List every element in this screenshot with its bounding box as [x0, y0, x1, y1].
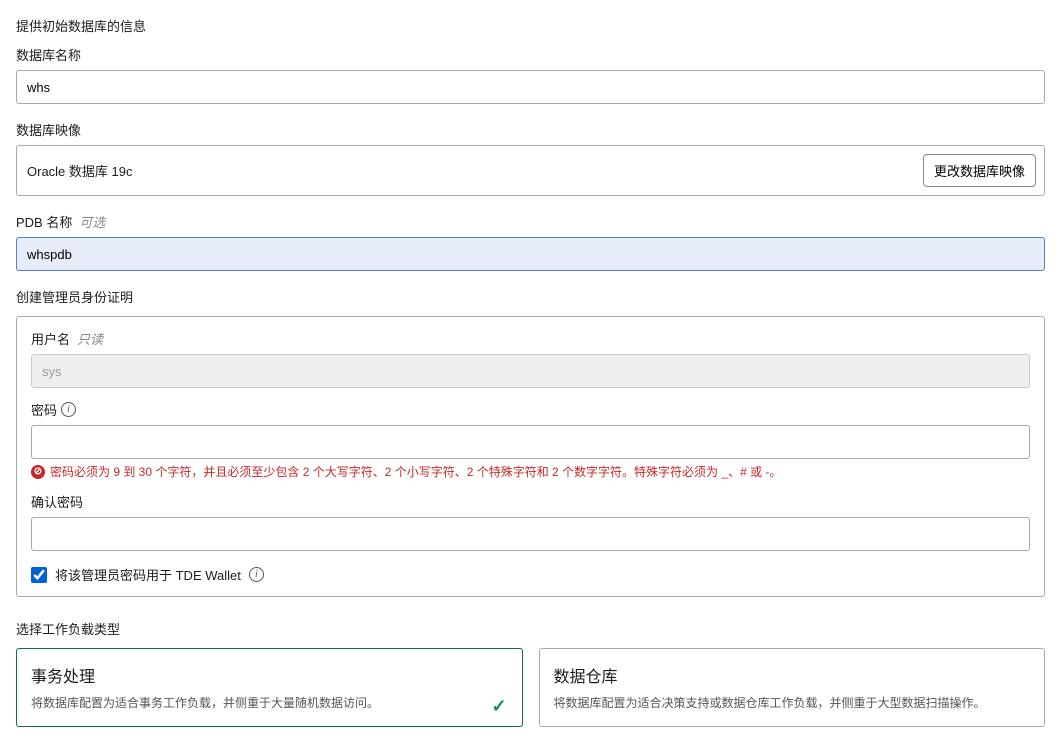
- workload-option-warehouse[interactable]: 数据仓库 将数据库配置为适合决策支持或数据仓库工作负载，并侧重于大型数据扫描操作…: [539, 648, 1046, 727]
- confirm-password-label: 确认密码: [31, 492, 1030, 511]
- workload-desc: 将数据库配置为适合事务工作负载，并侧重于大量随机数据访问。: [31, 695, 508, 712]
- workload-section-label: 选择工作负载类型: [16, 619, 1045, 638]
- info-icon[interactable]: i: [249, 567, 264, 582]
- confirm-password-input[interactable]: [31, 517, 1030, 551]
- db-image-label: 数据库映像: [16, 120, 1045, 139]
- error-icon: ⊘: [31, 465, 45, 479]
- db-name-label: 数据库名称: [16, 45, 1045, 64]
- pdb-name-input[interactable]: [16, 237, 1045, 271]
- change-db-image-button[interactable]: 更改数据库映像: [923, 154, 1036, 187]
- optional-tag: 可选: [79, 212, 105, 231]
- workload-title: 事务处理: [31, 663, 508, 687]
- workload-desc: 将数据库配置为适合决策支持或数据仓库工作负载，并侧重于大型数据扫描操作。: [554, 695, 1031, 712]
- readonly-tag: 只读: [77, 329, 103, 348]
- db-image-value: Oracle 数据库 19c: [17, 146, 915, 195]
- page-title: 提供初始数据库的信息: [16, 16, 1045, 35]
- check-icon: ✓: [492, 696, 510, 714]
- admin-credentials-box: 用户名 只读 密码 i ⊘ 密码必须为 9 到 30 个字符，并且必须至少包含 …: [16, 316, 1045, 597]
- tde-wallet-label: 将该管理员密码用于 TDE Wallet: [55, 565, 241, 584]
- username-label: 用户名 只读: [31, 329, 1030, 348]
- pdb-name-label: PDB 名称 可选: [16, 212, 1045, 231]
- password-input[interactable]: [31, 425, 1030, 459]
- workload-option-transaction[interactable]: 事务处理 将数据库配置为适合事务工作负载，并侧重于大量随机数据访问。 ✓: [16, 648, 523, 727]
- password-error: ⊘ 密码必须为 9 到 30 个字符，并且必须至少包含 2 个大写字符、2 个小…: [31, 463, 1030, 480]
- db-name-input[interactable]: [16, 70, 1045, 104]
- username-input: [31, 354, 1030, 388]
- workload-title: 数据仓库: [554, 663, 1031, 687]
- tde-wallet-checkbox[interactable]: [31, 567, 47, 583]
- admin-section-label: 创建管理员身份证明: [16, 287, 1045, 306]
- info-icon[interactable]: i: [61, 402, 76, 417]
- password-label: 密码 i: [31, 400, 1030, 419]
